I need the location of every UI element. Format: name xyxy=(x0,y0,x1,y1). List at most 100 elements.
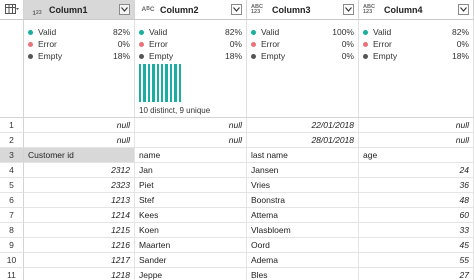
table-cell[interactable]: null xyxy=(24,133,135,148)
table-cell[interactable]: Vlasbloem xyxy=(247,223,359,238)
table-cell[interactable]: Attema xyxy=(247,208,359,223)
table-cell[interactable]: Vries xyxy=(247,178,359,193)
distribution-bar[interactable] xyxy=(143,64,146,102)
error-dot-icon xyxy=(28,41,33,47)
table-cell[interactable]: last name xyxy=(247,148,359,163)
distribution-bar[interactable] xyxy=(174,64,177,102)
any-type-icon[interactable]: ABC 123 xyxy=(363,4,381,16)
table-cell[interactable]: Boonstra xyxy=(247,193,359,208)
distribution-bar[interactable] xyxy=(169,64,173,102)
quality-valid: Valid 82% xyxy=(28,26,130,38)
table-cell[interactable]: 1218 xyxy=(24,268,135,280)
table-cell[interactable]: Koen xyxy=(135,223,247,238)
table-cell[interactable]: Jeppe xyxy=(135,268,247,280)
valid-dot-icon xyxy=(251,29,256,35)
table-cell[interactable]: 1213 xyxy=(24,193,135,208)
table-cell[interactable]: Sander xyxy=(135,253,247,268)
distribution-bar[interactable] xyxy=(165,64,168,102)
table-cell[interactable]: Bles xyxy=(247,268,359,280)
row-number[interactable]: 1 xyxy=(0,118,24,133)
table-cell[interactable]: 1216 xyxy=(24,238,135,253)
table-cell[interactable]: name xyxy=(135,148,247,163)
table-cell[interactable]: 28/01/2018 xyxy=(247,133,359,148)
quality-empty: Empty 18% xyxy=(363,50,469,62)
table-cell[interactable]: 48 xyxy=(359,193,474,208)
table-cell[interactable]: 60 xyxy=(359,208,474,223)
error-dot-icon xyxy=(363,41,368,47)
row-gutter-header xyxy=(0,20,24,118)
column-dropdown-button[interactable] xyxy=(231,4,242,15)
empty-dot-icon xyxy=(28,53,33,59)
row-number[interactable]: 7 xyxy=(0,208,24,223)
row-number[interactable]: 6 xyxy=(0,193,24,208)
distribution-bar[interactable] xyxy=(139,64,142,102)
whole-number-type-icon[interactable]: 123 xyxy=(28,4,46,17)
table-cell[interactable]: 27 xyxy=(359,268,474,280)
chevron-down-icon xyxy=(233,7,240,12)
column-header-4[interactable]: ABC 123 Column4 xyxy=(359,0,474,20)
empty-dot-icon xyxy=(363,53,368,59)
row-number[interactable]: 5 xyxy=(0,178,24,193)
table-cell[interactable]: null xyxy=(359,118,474,133)
table-cell[interactable]: null xyxy=(359,133,474,148)
table-cell[interactable]: 36 xyxy=(359,178,474,193)
chevron-down-icon xyxy=(121,7,128,12)
column-header-1[interactable]: 123 Column1 xyxy=(24,0,135,20)
table-cell[interactable]: 1217 xyxy=(24,253,135,268)
row-number[interactable]: 2 xyxy=(0,133,24,148)
table-cell[interactable]: Kees xyxy=(135,208,247,223)
column-quality-3: Valid 100% Error 0% Empty 0% xyxy=(247,20,359,118)
distribution-bar[interactable] xyxy=(161,64,164,102)
quality-valid: Valid 82% xyxy=(363,26,469,38)
column-dropdown-button[interactable] xyxy=(119,4,130,15)
table-cell[interactable]: 1215 xyxy=(24,223,135,238)
column-name: Column2 xyxy=(160,4,199,15)
row-number[interactable]: 4 xyxy=(0,163,24,178)
row-number[interactable]: 11 xyxy=(0,268,24,280)
distribution-bar[interactable] xyxy=(178,64,182,102)
text-type-icon[interactable]: ABC xyxy=(139,4,157,16)
row-number[interactable]: 9 xyxy=(0,238,24,253)
table-cell[interactable]: 24 xyxy=(359,163,474,178)
table-cell[interactable]: age xyxy=(359,148,474,163)
distribution-bar[interactable] xyxy=(152,64,155,102)
any-type-icon[interactable]: ABC 123 xyxy=(251,4,269,16)
row-number[interactable]: 8 xyxy=(0,223,24,238)
table-cell[interactable]: Oord xyxy=(247,238,359,253)
table-cell[interactable]: Jansen xyxy=(247,163,359,178)
table-cell[interactable]: 55 xyxy=(359,253,474,268)
valid-dot-icon xyxy=(363,29,368,35)
row-number[interactable]: 3 xyxy=(0,148,24,163)
value-distribution-chart[interactable] xyxy=(139,64,182,102)
table-cell[interactable]: 45 xyxy=(359,238,474,253)
row-number[interactable]: 10 xyxy=(0,253,24,268)
table-cell[interactable]: null xyxy=(135,133,247,148)
column-header-3[interactable]: ABC 123 Column3 xyxy=(247,0,359,20)
column-header-2[interactable]: ABC Column2 xyxy=(135,0,247,20)
data-grid: 123 Column1 ABC Column2 ABC 123 Column3 A… xyxy=(0,0,474,280)
table-cell[interactable]: 33 xyxy=(359,223,474,238)
table-menu-button[interactable] xyxy=(0,0,24,20)
table-cell[interactable]: null xyxy=(135,118,247,133)
column-name: Column1 xyxy=(49,4,88,15)
table-cell[interactable]: null xyxy=(24,118,135,133)
empty-dot-icon xyxy=(251,53,256,59)
table-cell[interactable]: 1214 xyxy=(24,208,135,223)
valid-dot-icon xyxy=(28,29,33,35)
table-cell[interactable]: 2312 xyxy=(24,163,135,178)
distribution-bar[interactable] xyxy=(147,64,151,102)
table-cell[interactable]: 2323 xyxy=(24,178,135,193)
table-cell[interactable]: Customer id xyxy=(24,148,135,163)
table-cell[interactable]: Piet xyxy=(135,178,247,193)
quality-empty: Empty 18% xyxy=(139,50,242,62)
column-dropdown-button[interactable] xyxy=(343,4,354,15)
quality-valid: Valid 100% xyxy=(251,26,354,38)
table-cell[interactable]: Maarten xyxy=(135,238,247,253)
table-cell[interactable]: 22/01/2018 xyxy=(247,118,359,133)
table-cell[interactable]: Adema xyxy=(247,253,359,268)
column-dropdown-button[interactable] xyxy=(458,4,469,15)
table-cell[interactable]: Stef xyxy=(135,193,247,208)
table-cell[interactable]: Jan xyxy=(135,163,247,178)
valid-dot-icon xyxy=(139,29,144,35)
distribution-bar[interactable] xyxy=(156,64,160,102)
